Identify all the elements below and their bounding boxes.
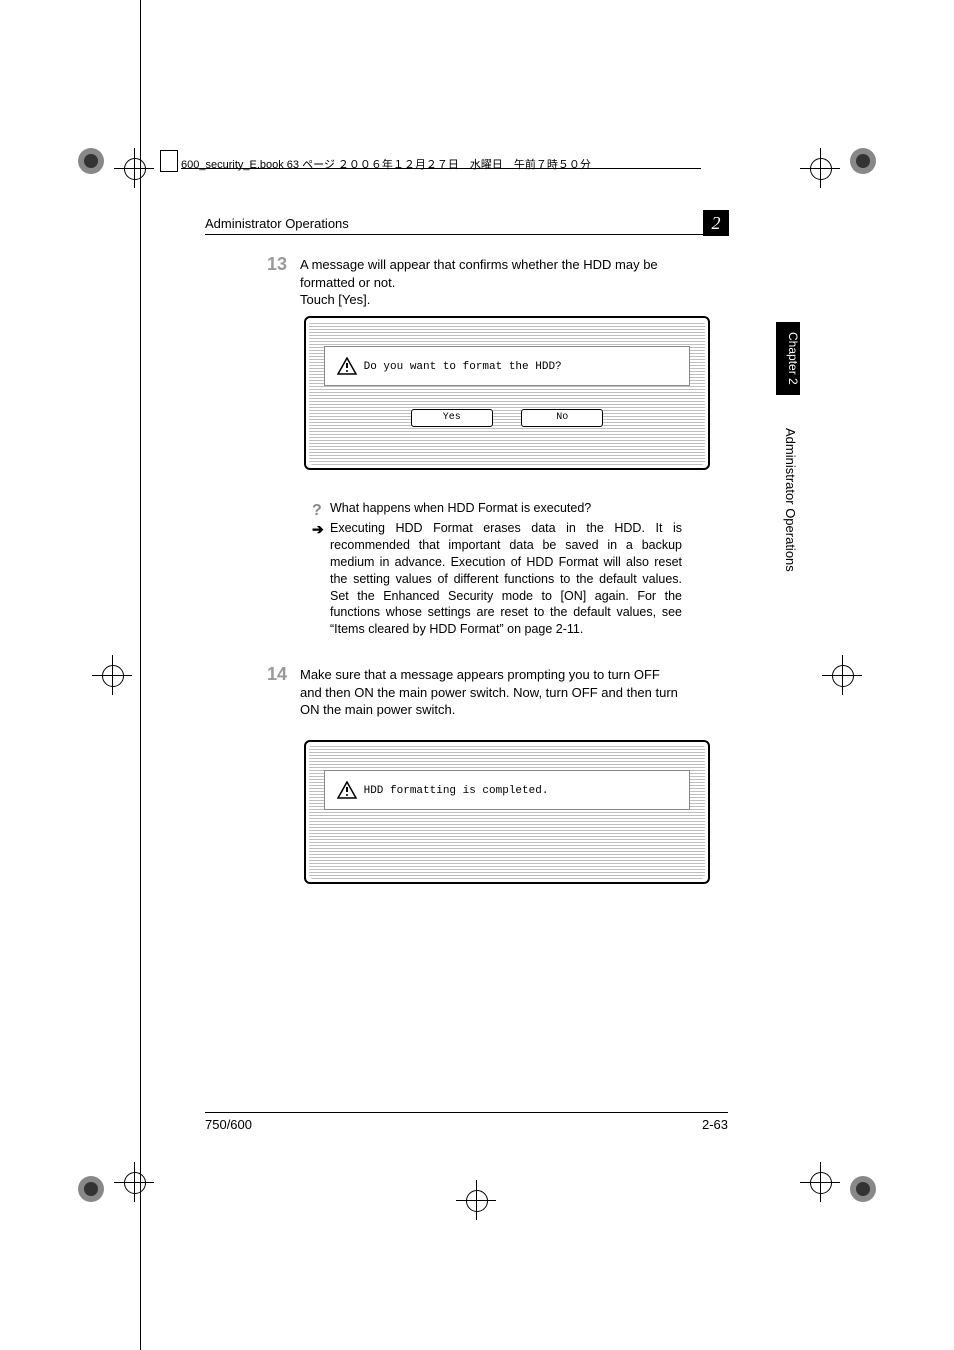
dialog-screenshot: HDD formatting is completed. <box>304 740 710 884</box>
no-button[interactable]: No <box>521 409 603 427</box>
dialog-message-box: Do you want to format the HDD? <box>324 346 690 386</box>
chapter-tab: Chapter 2 <box>776 322 800 395</box>
page-header-title: Administrator Operations <box>205 216 349 231</box>
help-note: ? What happens when HDD Format is execut… <box>330 500 682 517</box>
chapter-number-box: 2 <box>703 210 729 236</box>
page-footer: 750/600 2-63 <box>205 1112 728 1132</box>
source-file-label: 600_security_E.book 63 ページ ２００６年１２月２７日 水… <box>181 156 591 172</box>
registration-mark <box>92 655 132 695</box>
corner-ornament <box>850 148 876 174</box>
dialog-message-box: HDD formatting is completed. <box>324 770 690 810</box>
crop-line <box>140 0 141 1350</box>
arrow-icon: ➔ <box>312 520 324 539</box>
registration-mark <box>822 655 862 695</box>
dialog-message-text: Do you want to format the HDD? <box>364 361 562 373</box>
footer-model: 750/600 <box>205 1117 252 1132</box>
note-question: What happens when HDD Format is executed… <box>330 501 591 515</box>
yes-button[interactable]: Yes <box>411 409 493 427</box>
question-mark-icon: ? <box>312 500 322 522</box>
dialog-message-text: HDD formatting is completed. <box>364 785 549 797</box>
registration-mark <box>114 1162 154 1202</box>
note-answer-text: Executing HDD Format erases data in the … <box>330 521 682 636</box>
footer-page-number: 2-63 <box>702 1117 728 1132</box>
corner-ornament <box>78 148 104 174</box>
help-answer: ➔ Executing HDD Format erases data in th… <box>330 520 682 638</box>
book-icon <box>160 150 178 172</box>
step-text: Make sure that a message appears prompti… <box>300 666 680 719</box>
corner-ornament <box>78 1176 104 1202</box>
header-underline <box>205 234 725 235</box>
registration-mark <box>114 148 154 188</box>
step-number: 14 <box>267 664 287 685</box>
registration-mark <box>456 1180 496 1220</box>
header-rule <box>181 168 701 169</box>
step-text: A message will appear that confirms whet… <box>300 256 680 309</box>
warning-icon <box>337 357 357 375</box>
step-number: 13 <box>267 254 287 275</box>
dialog-screenshot: Do you want to format the HDD? Yes No <box>304 316 710 470</box>
corner-ornament <box>850 1176 876 1202</box>
registration-mark <box>800 1162 840 1202</box>
warning-icon <box>337 781 357 799</box>
side-section-label: Administrator Operations <box>783 428 798 572</box>
registration-mark <box>800 148 840 188</box>
